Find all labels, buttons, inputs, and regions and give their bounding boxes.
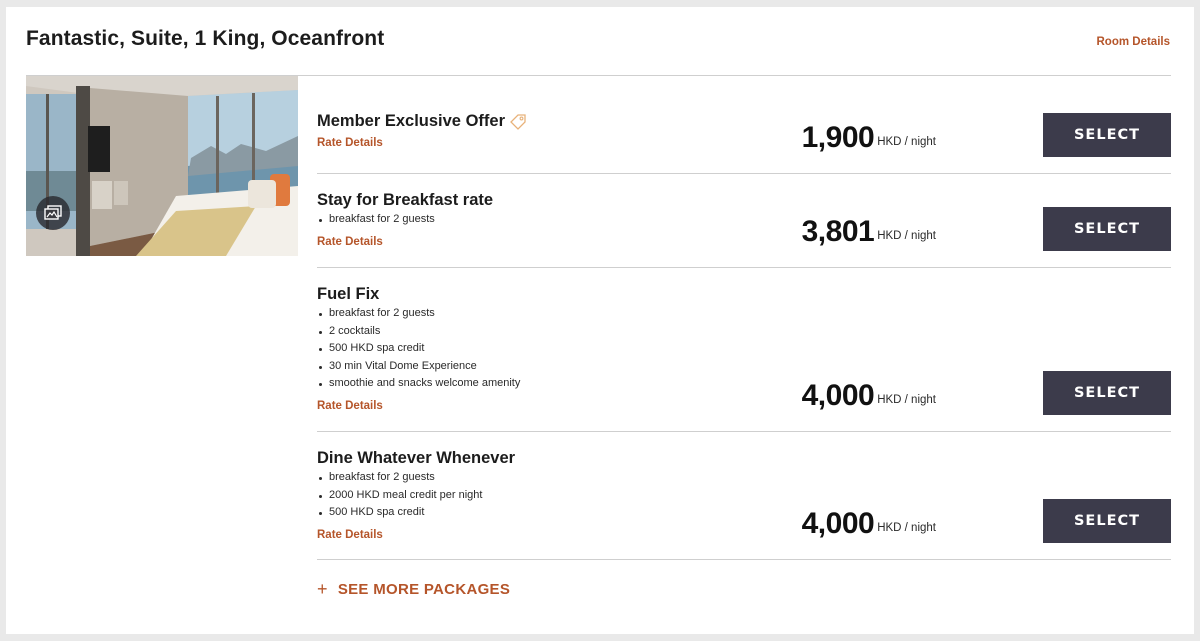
rate-details-link[interactable]: Rate Details — [317, 137, 383, 149]
price-unit: HKD / night — [877, 230, 936, 242]
room-title: Fantastic, Suite, 1 King, Oceanfront — [26, 27, 385, 50]
price: 3,801 HKD / night — [802, 217, 936, 247]
rate-details-link[interactable]: Rate Details — [317, 529, 383, 541]
rate-details-link[interactable]: Rate Details — [317, 236, 383, 248]
inclusion-item: 500 HKD spa credit — [317, 504, 482, 522]
select-button[interactable]: SELECT — [1043, 499, 1171, 543]
inclusion-item: 2000 HKD meal credit per night — [317, 487, 482, 505]
see-more-label: SEE MORE PACKAGES — [337, 581, 511, 598]
room-card: Fantastic, Suite, 1 King, Oceanfront Roo… — [6, 7, 1194, 634]
inclusion-item: 30 min Vital Dome Experience — [317, 358, 520, 376]
price: 1,900 HKD / night — [802, 123, 936, 153]
price-unit: HKD / night — [877, 522, 936, 534]
select-button[interactable]: SELECT — [1043, 371, 1171, 415]
select-button[interactable]: SELECT — [1043, 207, 1171, 251]
price-amount: 1,900 — [801, 121, 875, 154]
rate-name: Dine Whatever Whenever — [317, 449, 516, 467]
gallery-icon[interactable] — [36, 196, 70, 230]
rate-row: Member Exclusive Offer Rate Details 1,90… — [317, 76, 1171, 174]
inclusion-list: breakfast for 2 guests — [317, 211, 435, 229]
price: 4,000 HKD / night — [802, 381, 936, 411]
inclusion-item: smoothie and snacks welcome amenity — [317, 375, 520, 393]
rate-row: Stay for Breakfast rate breakfast for 2 … — [317, 174, 1171, 268]
inclusion-item: 500 HKD spa credit — [317, 340, 520, 358]
price-amount: 4,000 — [801, 507, 875, 540]
price-amount: 4,000 — [801, 379, 875, 412]
rate-row: Fuel Fix breakfast for 2 guests 2 cockta… — [317, 268, 1171, 432]
inclusion-list: breakfast for 2 guests 2000 HKD meal cre… — [317, 469, 482, 522]
plus-icon: + — [317, 579, 328, 599]
price-unit: HKD / night — [877, 136, 936, 148]
inclusion-item: 2 cocktails — [317, 323, 520, 341]
room-photo-image — [26, 76, 298, 256]
price-amount: 3,801 — [801, 215, 875, 248]
see-more-packages-link[interactable]: + SEE MORE PACKAGES — [317, 579, 511, 599]
gallery-icon-glyph — [44, 205, 62, 220]
tag-icon — [510, 113, 526, 130]
rate-name: Stay for Breakfast rate — [317, 191, 494, 209]
rate-name-text: Member Exclusive Offer — [317, 112, 505, 130]
rate-row: Dine Whatever Whenever breakfast for 2 g… — [317, 432, 1171, 560]
rate-details-link[interactable]: Rate Details — [317, 400, 383, 412]
price: 4,000 HKD / night — [802, 509, 936, 539]
inclusion-item: breakfast for 2 guests — [317, 305, 520, 323]
room-details-link[interactable]: Room Details — [1097, 36, 1171, 48]
inclusion-item: breakfast for 2 guests — [317, 469, 482, 487]
inclusion-list: breakfast for 2 guests 2 cocktails 500 H… — [317, 305, 520, 393]
rate-name: Fuel Fix — [317, 285, 380, 303]
select-button[interactable]: SELECT — [1043, 113, 1171, 157]
room-photo[interactable] — [26, 76, 298, 256]
inclusion-item: breakfast for 2 guests — [317, 211, 435, 229]
price-unit: HKD / night — [877, 394, 936, 406]
rate-name: Member Exclusive Offer — [317, 112, 527, 131]
